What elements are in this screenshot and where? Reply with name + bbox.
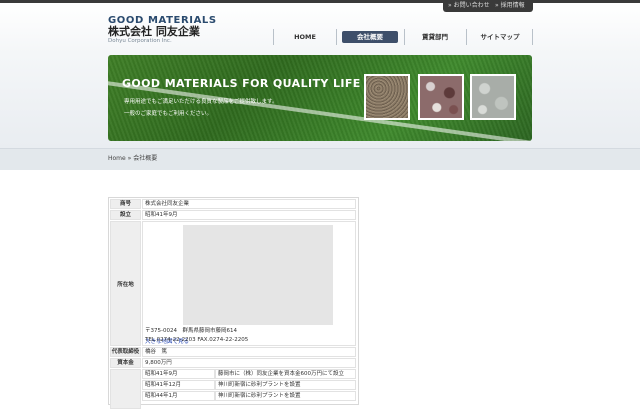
stone-sample-image: [418, 74, 464, 120]
history-rows: 昭和41年9月 藤岡市に（株）同友企業を資本金600万円にて設立 昭和41年12…: [109, 369, 358, 409]
founded-date: 昭和41年9月: [142, 210, 356, 220]
row-header: 資本金: [110, 358, 141, 368]
google-map[interactable]: [183, 225, 333, 325]
nav-rental[interactable]: 賃貸部門: [410, 31, 460, 43]
nav-divider: [273, 29, 274, 45]
nav-divider: [466, 29, 467, 45]
nav-divider: [532, 29, 533, 45]
contact-link[interactable]: » お問い合わせ: [448, 2, 490, 10]
history-event: 神川町新宿に砂利プラントを設置: [215, 380, 356, 390]
nav-company[interactable]: 会社概要: [342, 31, 398, 43]
postal-address: 〒375-0024 群馬県藤岡市藤岡614: [145, 328, 237, 334]
logo-japanese: 株式会社 同友企業: [108, 25, 200, 38]
row-header: 商号: [110, 199, 141, 209]
row-header: 代表取締役: [110, 347, 141, 357]
table-row: 資本金 9,800万円: [109, 358, 358, 368]
breadcrumb: Home » 会社概要: [108, 155, 157, 163]
row-header: 設立: [110, 210, 141, 220]
ceo-name: 橋谷 篤: [142, 347, 356, 357]
history-date: 昭和41年9月: [142, 369, 215, 379]
table-row: 設立 昭和41年9月: [109, 210, 358, 220]
table-row: 所在地 大きな地図で見る 〒375-0024 群馬県藤岡市藤岡614 TEL.0…: [109, 221, 358, 346]
recruit-link[interactable]: » 採用情報: [495, 2, 525, 10]
table-row: 商号 株式会社同友企業: [109, 199, 358, 209]
breadcrumb-bar: [0, 148, 640, 170]
logo-subtitle: Dohyu Corporation Inc.: [108, 38, 172, 44]
history-date: 昭和41年12月: [142, 380, 215, 390]
nav-divider: [336, 29, 337, 45]
company-name: 株式会社同友企業: [142, 199, 356, 209]
table-row: 代表取締役 橋谷 篤: [109, 347, 358, 357]
pebble-sample-image: [470, 74, 516, 120]
phone-fax: TEL.0274-22-2203 FAX.0274-22-2205: [145, 337, 249, 343]
row-header: [110, 369, 141, 409]
banner-title: GOOD MATERIALS FOR QUALITY LIFE: [122, 77, 361, 90]
gravel-sample-image: [364, 74, 410, 120]
nav-divider: [404, 29, 405, 45]
address-cell: 大きな地図で見る 〒375-0024 群馬県藤岡市藤岡614 TEL.0274-…: [142, 221, 356, 346]
utility-links: » お問い合わせ » 採用情報: [443, 0, 533, 12]
capital-amount: 9,800万円: [142, 358, 356, 368]
breadcrumb-home[interactable]: Home: [108, 155, 126, 162]
row-header: 所在地: [110, 221, 141, 346]
grass-texture: [108, 55, 532, 141]
hero-banner: GOOD MATERIALS FOR QUALITY LIFE 専用用途でもご満…: [108, 55, 532, 141]
company-profile-table: 商号 株式会社同友企業 設立 昭和41年9月 所在地 大きな地図で見る 〒375…: [108, 197, 359, 409]
history-event: 藤岡市に（株）同友企業を資本金600万円にて設立: [215, 369, 356, 379]
banner-line: 専用用途でもご満足いただける良質な製品をご提供致します。: [124, 99, 278, 105]
nav-sitemap[interactable]: サイトマップ: [472, 31, 528, 43]
banner-line: 一般のご家庭でもご利用ください。: [124, 111, 213, 117]
breadcrumb-current: 会社概要: [133, 155, 158, 162]
nav-home[interactable]: HOME: [280, 31, 330, 43]
